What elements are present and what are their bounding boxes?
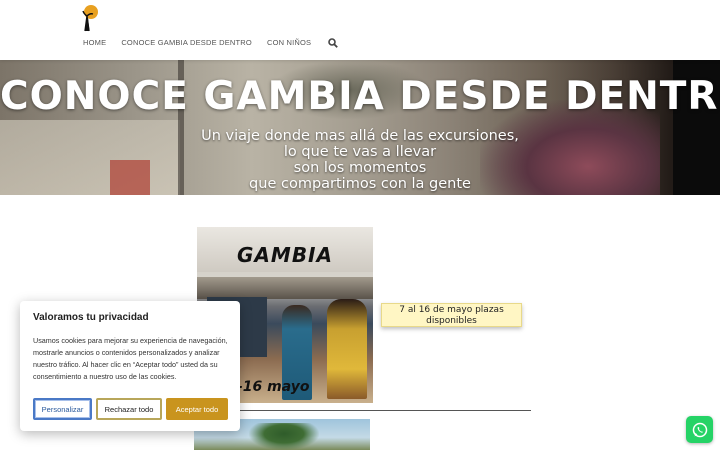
nav-con-ninos[interactable]: CON NIÑOS [267,38,311,47]
page: HOME CONOCE GAMBIA DESDE DENTRO CON NIÑO… [0,0,720,450]
hero-subtitle-line: que compartimos con la gente [249,176,471,192]
hero-subtitle-line: Un viaje donde mas allá de las excursion… [201,128,519,144]
baobab-logo-icon[interactable] [80,4,100,32]
main-nav: HOME CONOCE GAMBIA DESDE DENTRO CON NIÑO… [83,37,339,48]
availability-badge-line: disponibles [426,315,477,326]
hero-title: CONOCE GAMBIA DESDE DENTRO [0,74,720,119]
availability-badge-line: 7 al 16 de mayo plazas [399,305,504,315]
hero-bg-red-wall [110,160,150,195]
cookie-buttons: Personalizar Rechazar todo Aceptar todo [33,398,232,420]
nav-home[interactable]: HOME [83,38,106,47]
content-divider [197,410,531,411]
whatsapp-button[interactable] [686,416,713,443]
poster-figure [327,299,367,399]
site-header: HOME CONOCE GAMBIA DESDE DENTRO CON NIÑO… [0,0,720,60]
hero-subtitle-line: lo que te vas a llevar [283,144,437,160]
poster-dates: -16 mayo [237,379,310,395]
accept-all-button[interactable]: Aceptar todo [166,398,228,420]
whatsapp-icon [692,422,707,437]
search-icon[interactable] [328,38,339,48]
availability-badge: 7 al 16 de mayo plazas disponibles [381,303,522,327]
poster-palm [249,423,319,450]
cookie-consent-panel: Valoramos tu privacidad Usamos cookies p… [20,301,240,431]
customize-button[interactable]: Personalizar [33,398,92,420]
hero-subtitle-line: son los momentos [293,160,427,176]
poster-roof [197,277,373,299]
cookie-title: Valoramos tu privacidad [33,312,149,323]
hero-subtitle: Un viaje donde mas allá de las excursion… [160,128,560,192]
reject-all-button[interactable]: Rechazar todo [96,398,162,420]
poster-title: GAMBIA [237,243,333,267]
hero-bg-wall [0,120,180,195]
nav-conoce-gambia[interactable]: CONOCE GAMBIA DESDE DENTRO [121,38,252,47]
hero-banner: CONOCE GAMBIA DESDE DENTRO Un viaje dond… [0,60,720,195]
cookie-body: Usamos cookies para mejorar su experienc… [33,336,228,381]
